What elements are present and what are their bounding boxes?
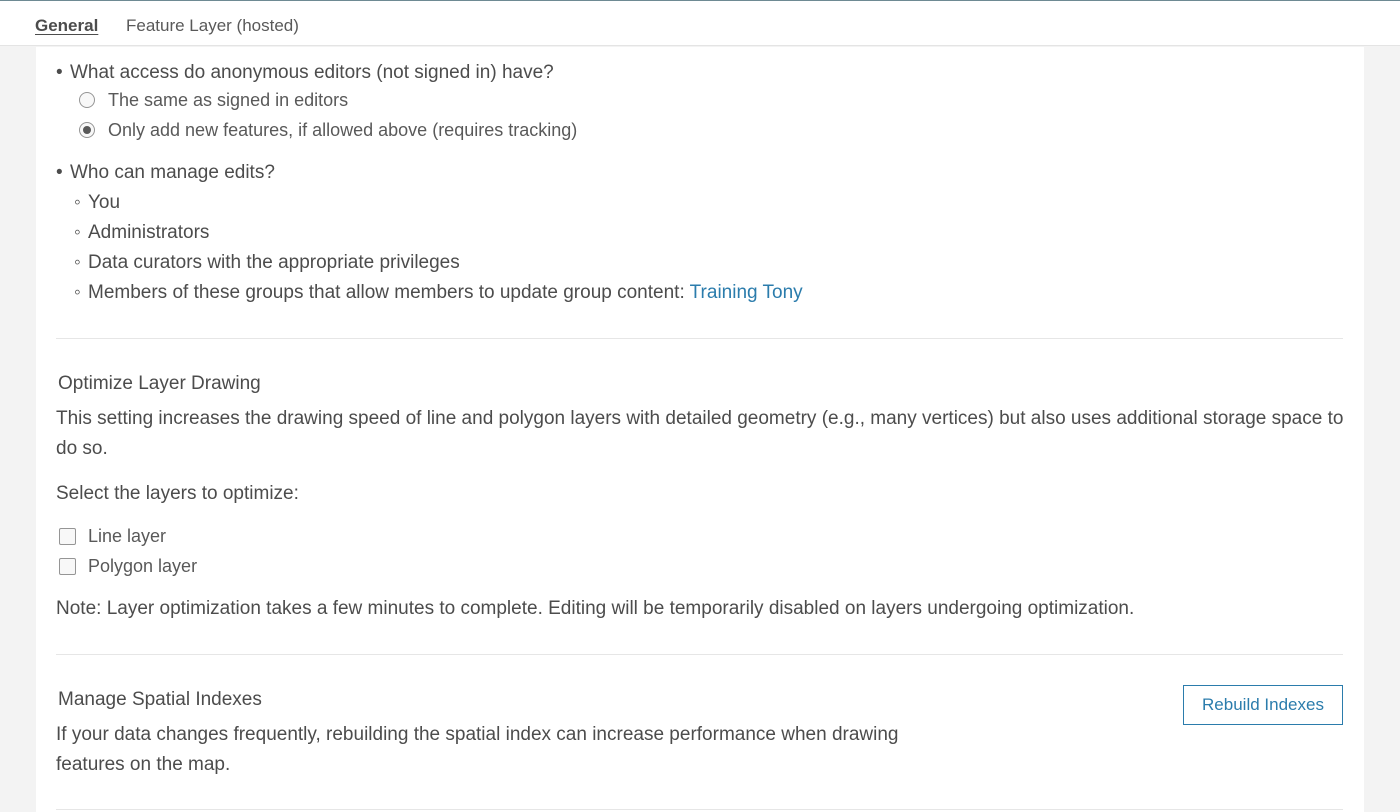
manage-edits-item-group-members: Members of these groups that allow membe… [88,282,803,304]
spatial-indexes-title: Manage Spatial Indexes [58,689,262,710]
bullet: • [56,162,63,183]
radio-label-only-add-new[interactable]: Only add new features, if allowed above … [108,120,577,141]
divider [56,338,1343,339]
anonymous-access-question: What access do anonymous editors (not si… [70,62,554,83]
rebuild-indexes-button[interactable]: Rebuild Indexes [1183,685,1343,725]
group-link-training-tony[interactable]: Training Tony [690,282,803,303]
tab-bar: General Feature Layer (hosted) [0,0,1400,46]
optimize-section-title: Optimize Layer Drawing [58,373,261,394]
spatial-indexes-description: If your data changes frequently, rebuild… [56,724,899,775]
divider [56,654,1343,655]
checkbox-label-polygon-layer[interactable]: Polygon layer [88,556,197,577]
checkbox-polygon-layer[interactable] [59,558,76,575]
manage-edits-item-you: You [88,192,121,213]
optimize-select-label: Select the layers to optimize: [56,483,299,504]
tab-feature-layer[interactable]: Feature Layer (hosted) [126,16,299,36]
sub-bullet: ◦ [74,222,81,243]
radio-only-add-new[interactable] [79,122,95,138]
checkbox-line-layer[interactable] [59,528,76,545]
manage-edits-item-data-curators: Data curators with the appropriate privi… [88,252,460,273]
radio-label-same-as-signed-in[interactable]: The same as signed in editors [108,90,348,111]
tab-general[interactable]: General [35,16,98,36]
optimize-note: Note: Layer optimization takes a few min… [56,598,1135,619]
checkbox-label-line-layer[interactable]: Line layer [88,526,166,547]
manage-edits-question: Who can manage edits? [70,162,275,183]
manage-edits-item-administrators: Administrators [88,222,210,243]
sub-bullet: ◦ [74,192,81,213]
sub-bullet: ◦ [74,252,81,273]
bullet: • [56,62,63,83]
divider [56,809,1343,810]
sub-bullet: ◦ [74,282,81,303]
optimize-description: This setting increases the drawing speed… [56,408,1344,459]
radio-same-as-signed-in[interactable] [79,92,95,108]
settings-panel: • What access do anonymous editors (not … [36,47,1364,812]
radio-selected-dot [83,126,91,134]
group-members-text: Members of these groups that allow membe… [88,282,690,303]
